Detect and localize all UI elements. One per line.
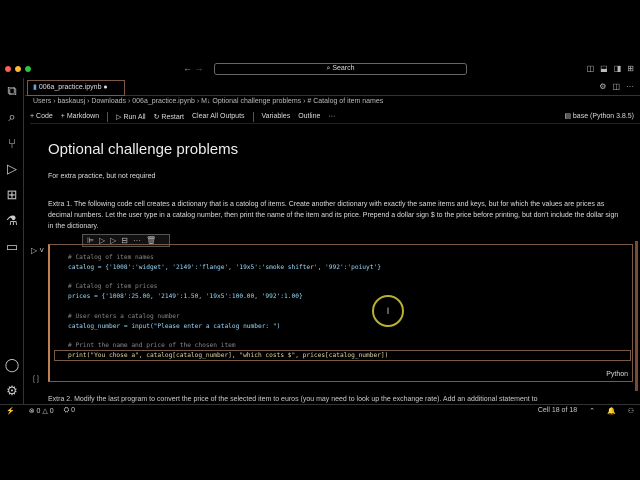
editor-tabs: ▮ 006a_practice.ipynb ● ⚙ ◫ ··· <box>25 80 640 96</box>
unsaved-dot: ● <box>103 84 108 91</box>
search-icon[interactable]: ⌕ <box>0 104 24 130</box>
variables-button[interactable]: Variables <box>262 113 291 120</box>
code-comment: # User enters a catalog number <box>68 312 180 320</box>
customize-layout-icon[interactable]: ⊞ <box>627 64 634 73</box>
maximize-window-button[interactable] <box>25 66 31 72</box>
code-line: print("You chose a", catalog[catalog_num… <box>68 351 389 359</box>
settings-gear-icon[interactable]: ⚙ <box>0 378 24 404</box>
search-box[interactable]: ⌕ Search <box>214 63 467 75</box>
kernel-picker[interactable]: ▤ base (Python 3.8.5) <box>564 112 634 120</box>
kernel-label: base (Python 3.8.5) <box>572 113 634 120</box>
more-actions-icon[interactable]: ··· <box>626 82 634 91</box>
outline-button[interactable]: Outline <box>298 113 320 120</box>
settings-icon[interactable]: ⚙ <box>599 82 606 91</box>
ports-indicator[interactable]: ⛭ 0 <box>64 407 75 415</box>
account-icon[interactable]: ◯ <box>0 352 24 378</box>
tab-006a-practice[interactable]: ▮ 006a_practice.ipynb ● <box>27 80 125 96</box>
status-bar: ⚡ ⊗ 0 △ 0 ⛭ 0 Cell 18 of 18 ⌃ 🔔 ⚇ <box>0 404 640 416</box>
run-debug-icon[interactable]: ▷ <box>0 156 24 182</box>
toggle-panel-icon[interactable]: ⬓ <box>600 64 608 73</box>
add-code-button[interactable]: + Code <box>30 113 53 120</box>
crumb-users[interactable]: Users <box>33 98 51 105</box>
crumb-section[interactable]: M↓ Optional challenge problems <box>201 98 301 105</box>
cell-indicator[interactable]: Cell 18 of 18 <box>538 407 577 414</box>
crumb-cell[interactable]: # Catalog of item names <box>307 98 383 105</box>
search-label: Search <box>332 65 355 72</box>
code-cell[interactable]: # Catalog of item names catalog = {'1008… <box>48 244 633 382</box>
code-comment: # Catalog of item names <box>68 254 154 261</box>
vscode-window: ← → ⌕ Search ◫ ⬓ ◨ ⊞ ⧉ ⌕ ⑂ ▷ ⊞ ⚗ ▭ ◯ ⚙ ▮ 00… <box>0 60 640 416</box>
add-markdown-button[interactable]: + Markdown <box>61 113 99 120</box>
problems-indicator[interactable]: ⊗ 0 △ 0 <box>29 407 54 415</box>
clear-outputs-button[interactable]: Clear All Outputs <box>192 113 245 120</box>
breadcrumb: Users › baskausj › Downloads › 006a_prac… <box>33 98 384 105</box>
cell-language[interactable]: Python <box>606 371 628 378</box>
notebook-toolbar: + Code + Markdown ▷ Run All ↻ Restart Cl… <box>30 110 640 124</box>
code-line: catalog_number = input("Please enter a c… <box>68 322 281 330</box>
close-window-button[interactable] <box>5 66 11 72</box>
extensions-icon[interactable]: ⊞ <box>0 182 24 208</box>
kernel-icon: ▤ <box>564 113 571 120</box>
back-button[interactable]: ← <box>183 63 192 73</box>
notebook-content: Optional challenge problems For extra pr… <box>25 126 640 404</box>
testing-icon[interactable]: ⚗ <box>0 208 24 234</box>
run-cell-button[interactable]: ▷ ˅ <box>31 246 44 255</box>
execution-count: [ ] <box>33 376 39 383</box>
run-all-button[interactable]: ▷ Run All <box>116 113 146 121</box>
tab-label: 006a_practice.ipynb <box>38 84 102 91</box>
activity-bar: ⧉ ⌕ ⑂ ▷ ⊞ ⚗ ▭ ◯ ⚙ <box>0 78 24 404</box>
accounts-icon[interactable]: ⚇ <box>628 407 634 415</box>
crumb-downloads[interactable]: Downloads <box>91 98 126 105</box>
remote-icon[interactable]: ⚡ <box>6 407 15 415</box>
explorer-icon[interactable]: ⧉ <box>0 78 24 104</box>
source-control-icon[interactable]: ⑂ <box>0 130 24 156</box>
code-comment: # Print the name and price of the chosen… <box>68 342 236 350</box>
warning-count: 0 <box>49 407 54 415</box>
section-heading: Optional challenge problems <box>48 141 239 158</box>
error-count: 0 <box>36 407 41 415</box>
extra1-text: Extra 1. The following code cell creates… <box>48 201 619 230</box>
scrollbar[interactable] <box>635 241 638 391</box>
code-line: prices = {'1008':25.00, '2149':1.50, '19… <box>68 293 303 301</box>
toggle-sidebar-icon[interactable]: ◫ <box>587 64 595 73</box>
forward-button[interactable]: → <box>195 63 204 73</box>
minimize-window-button[interactable] <box>15 66 21 72</box>
toggle-secondary-sidebar-icon[interactable]: ◨ <box>614 64 622 73</box>
title-bar: ← → ⌕ Search ◫ ⬓ ◨ ⊞ <box>0 60 640 78</box>
more-button[interactable]: ··· <box>328 113 335 120</box>
split-editor-icon[interactable]: ◫ <box>612 82 620 91</box>
feedback-icon[interactable]: ⌃ <box>589 407 595 415</box>
crumb-file[interactable]: 006a_practice.ipynb <box>132 98 195 105</box>
ports-count: 0 <box>71 406 76 414</box>
code-comment: # Catalog of item prices <box>68 283 158 291</box>
notebook-file-icon: ▮ <box>33 84 37 91</box>
mouse-cursor-highlight: I <box>372 295 404 327</box>
code-line: catalog = {'1008':'widget', '2149':'flan… <box>68 263 381 271</box>
code-editor[interactable]: # Catalog of item names catalog = {'1008… <box>68 253 388 361</box>
crumb-user[interactable]: baskausj <box>58 98 86 105</box>
extra2-text: Extra 2. Modify the last program to conv… <box>48 396 538 403</box>
notifications-bell-icon[interactable]: 🔔 <box>607 407 616 415</box>
remote-explorer-icon[interactable]: ▭ <box>0 234 24 260</box>
restart-button[interactable]: ↻ Restart <box>154 113 184 121</box>
subtitle-text: For extra practice, but not required <box>48 173 156 180</box>
